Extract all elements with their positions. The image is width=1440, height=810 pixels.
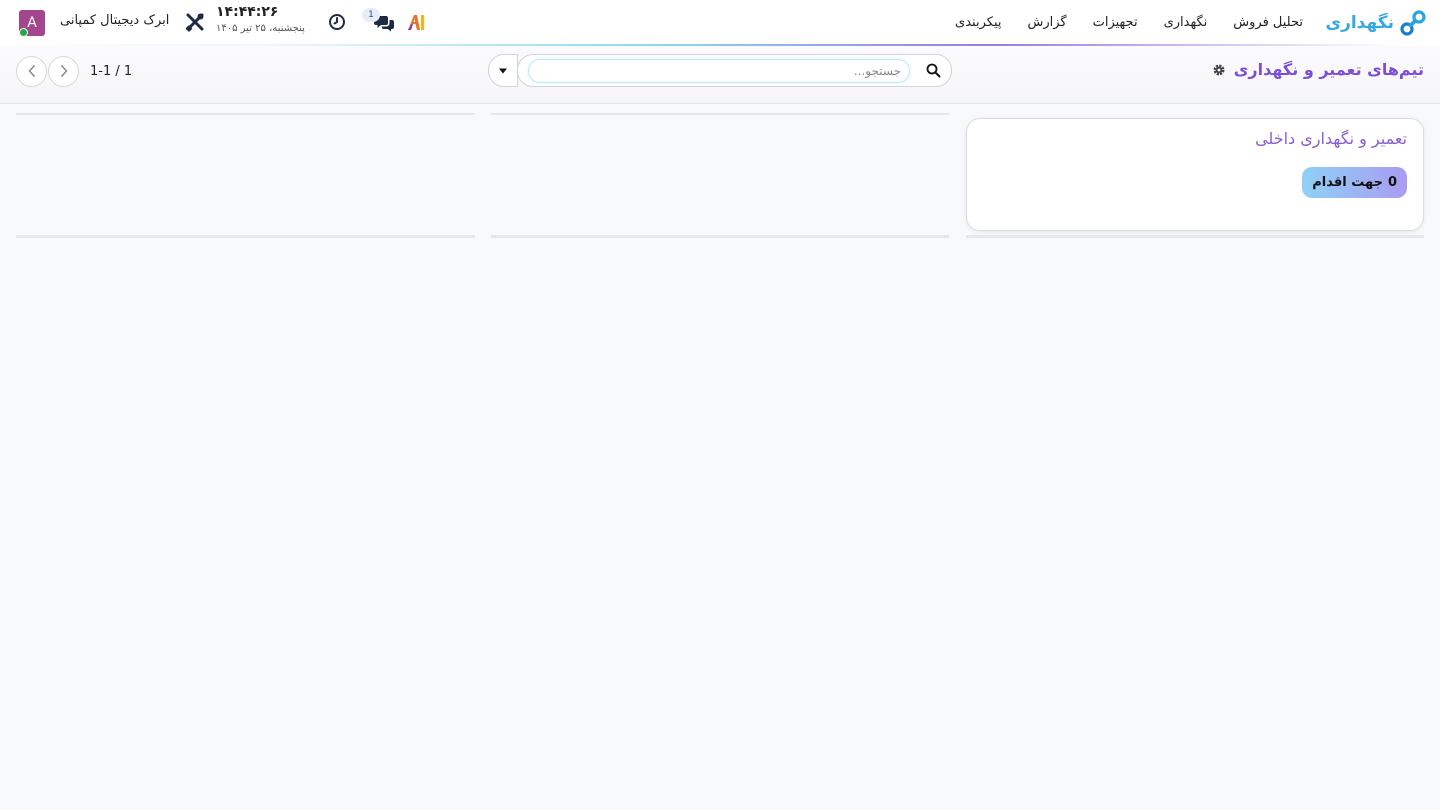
menu-item-configuration[interactable]: پیکربندی <box>942 15 1014 30</box>
search-input[interactable] <box>528 59 910 83</box>
app-name: نگهداری <box>1325 13 1394 33</box>
kanban-ghost-column-top <box>16 113 475 115</box>
control-panel: تیم‌های تعمیر و نگهداری <box>0 46 1440 104</box>
kanban-column-bottom <box>966 235 1424 238</box>
request-label: جهت اقدام <box>1312 175 1383 190</box>
caret-down-icon <box>499 68 507 73</box>
pager: 1-1 / 1 <box>16 55 132 87</box>
search-field-container <box>517 54 952 87</box>
message-count-badge: 1 <box>362 8 380 22</box>
messaging-menu[interactable]: 1 <box>362 8 396 34</box>
top-navbar: نگهداری تحلیل فروش نگهداری تجهیزات گزارش… <box>0 0 1440 46</box>
kanban-ghost-column-bottom <box>16 235 475 238</box>
kanban-ghost-column-top <box>491 113 949 115</box>
tools-icon[interactable] <box>185 12 205 32</box>
kanban-card[interactable]: تعمیر و نگهداری داخلی 0 جهت اقدام <box>966 118 1424 231</box>
clock-icon[interactable] <box>328 13 346 31</box>
maintenance-logo-icon <box>1400 10 1426 36</box>
current-date: پنجشنبه، ۲۵ تیر ۱۴۰۵ <box>216 23 305 34</box>
systray: 1 ۱۴:۴۴:۲۶ پنجشنبه، ۲۵ تیر ۱۴۰۵ ابرک دیج… <box>0 0 440 44</box>
menu-item-sales-analysis[interactable]: تحلیل فروش <box>1220 15 1316 30</box>
gear-icon[interactable] <box>1212 63 1226 77</box>
search-bar <box>488 54 952 87</box>
ai-icon[interactable] <box>407 13 427 31</box>
pager-previous-button[interactable] <box>16 55 47 87</box>
menu-item-maintenance[interactable]: نگهداری <box>1151 15 1221 30</box>
search-options-toggle[interactable] <box>488 54 518 87</box>
chevron-right-icon <box>60 64 68 78</box>
page-title: تیم‌های تعمیر و نگهداری <box>1233 60 1424 79</box>
menu-item-equipment[interactable]: تجهیزات <box>1080 15 1151 30</box>
menu-item-reporting[interactable]: گزارش <box>1014 15 1079 30</box>
company-switcher[interactable]: ابرک دیجیتال کمپانی <box>60 13 169 28</box>
search-icon[interactable] <box>926 63 941 78</box>
app-brand[interactable]: نگهداری <box>1325 10 1426 36</box>
online-status-dot <box>19 28 28 37</box>
team-name[interactable]: تعمیر و نگهداری داخلی <box>1255 129 1407 148</box>
breadcrumb: تیم‌های تعمیر و نگهداری <box>1212 60 1424 79</box>
main-menu: تحلیل فروش نگهداری تجهیزات گزارش پیکربند… <box>942 0 1316 44</box>
pager-next-button[interactable] <box>48 55 79 87</box>
pager-value[interactable]: 1-1 / 1 <box>90 64 132 79</box>
chevron-left-icon <box>27 64 35 78</box>
datetime-widget: ۱۴:۴۴:۲۶ پنجشنبه، ۲۵ تیر ۱۴۰۵ <box>216 4 316 34</box>
to-do-requests-button[interactable]: 0 جهت اقدام <box>1302 167 1407 198</box>
request-count: 0 <box>1387 175 1397 190</box>
current-time: ۱۴:۴۴:۲۶ <box>216 4 279 20</box>
kanban-ghost-column-bottom <box>491 235 949 238</box>
